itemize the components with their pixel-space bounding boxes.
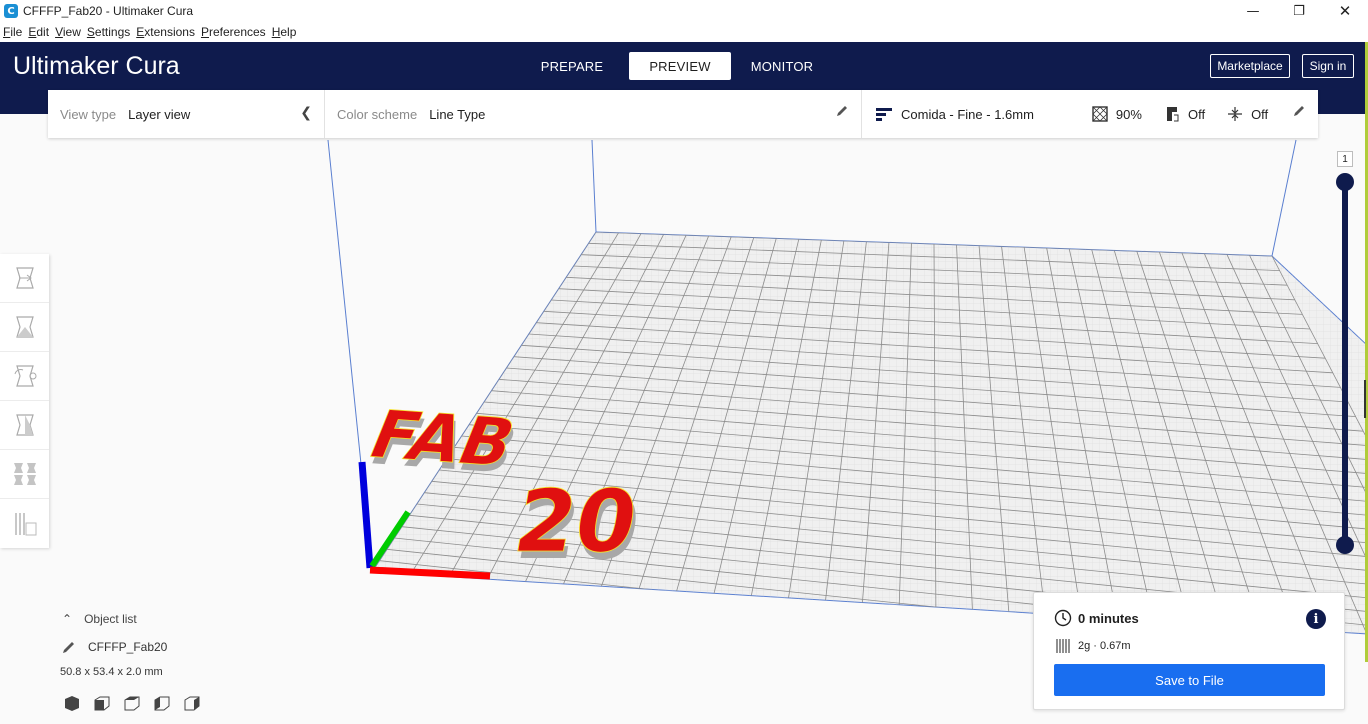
material-usage-row: 2g · 0.67m [1056,638,1131,654]
chevron-left-icon[interactable]: ❮ [300,105,312,121]
close-button[interactable]: ✕ [1322,0,1368,22]
support-setting: Off [1164,106,1205,122]
maximize-button[interactable]: ❐ [1276,0,1322,22]
view-type-label: View type [60,106,117,122]
top-view-icon[interactable] [122,695,152,713]
clock-icon [1054,609,1072,627]
logo-product: Cura [118,52,180,80]
stage-tabs: PREPARE PREVIEW MONITOR [533,52,815,80]
scale-tool-icon [15,316,34,338]
layer-slider-top-handle[interactable] [1336,173,1354,191]
pencil-icon[interactable] [835,104,849,118]
print-settings-summary[interactable]: Comida - Fine - 1.6mm 90% Off Off [862,90,1318,138]
profile-name: Comida - Fine - 1.6mm [901,106,1034,122]
menu-help[interactable]: Help [272,25,297,39]
edit-settings-pencil-icon[interactable] [1292,104,1306,118]
move-tool-icon [15,267,34,289]
marketplace-button[interactable]: Marketplace [1210,54,1290,78]
tab-prepare[interactable]: PREPARE [533,52,611,80]
rotate-tool-icon [14,365,36,387]
adhesion-value: Off [1251,106,1269,122]
infill-setting: 90% [1092,106,1142,122]
material-usage: 2g · 0.67m [1078,640,1131,652]
per-model-settings-button[interactable] [0,450,49,499]
sign-in-button[interactable]: Sign in [1302,54,1354,78]
object-name: CFFFP_Fab20 [88,640,168,654]
ultimaker-cura-logo: Ultimaker Cura [13,52,180,81]
tab-preview[interactable]: PREVIEW [629,52,731,80]
object-dimensions: 50.8 x 53.4 x 2.0 mm [60,666,163,678]
menu-settings[interactable]: Settings [87,25,130,39]
chevron-up-icon: ⌃ [62,612,73,626]
right-view-icon[interactable] [182,695,212,713]
window-titlebar: C CFFFP_Fab20 - Ultimaker Cura — ❐ ✕ [0,0,1368,22]
print-time-row: 0 minutes [1054,609,1139,627]
support-icon [1166,107,1179,122]
infill-icon [1092,106,1108,122]
camera-view-buttons [62,695,212,713]
3d-view-icon[interactable] [62,695,92,713]
move-tool-button[interactable] [0,254,49,303]
menu-preferences[interactable]: Preferences [201,25,266,39]
rotate-tool-button[interactable] [0,352,49,401]
layer-slider-bottom-handle[interactable] [1336,536,1354,554]
layer-number-badge[interactable]: 1 [1337,151,1353,167]
menu-bar: File Edit View Settings Extensions Prefe… [0,22,1368,42]
view-type-value: Layer view [128,106,191,122]
scale-tool-button[interactable] [0,303,49,352]
cura-window: C CFFFP_Fab20 - Ultimaker Cura — ❐ ✕ Fil… [0,0,1368,724]
adhesion-setting: Off [1227,106,1268,122]
support-blocker-button[interactable] [0,499,49,548]
window-edge-handle [1364,380,1366,418]
build-volume-edge [1271,139,1297,257]
color-scheme-selector[interactable]: Color scheme Line Type [325,90,862,138]
infill-value: 90% [1115,106,1142,122]
object-name-row[interactable]: CFFFP_Fab20 [62,640,167,654]
build-volume-edge [591,139,597,233]
menu-edit[interactable]: Edit [28,25,49,39]
window-title: CFFFP_Fab20 - Ultimaker Cura [23,4,194,18]
pencil-icon [63,642,74,653]
menu-file[interactable]: File [3,25,22,39]
model-text-line2: 20 [507,473,644,572]
tab-monitor[interactable]: MONITOR [749,52,815,80]
mirror-tool-icon [15,414,34,436]
print-summary-card: 0 minutes i 2g · 0.67m Save to File [1033,592,1345,710]
view-type-selector[interactable]: View type Layer view ❮ [48,90,325,138]
profile-icon [876,108,892,121]
left-view-icon[interactable] [152,695,182,713]
save-to-file-button[interactable]: Save to File [1054,664,1325,696]
per-model-settings-icon [13,463,36,485]
front-view-icon[interactable] [92,695,122,713]
color-scheme-label: Color scheme [337,106,418,122]
object-list-toggle[interactable]: ⌃ Object list [62,612,137,626]
color-scheme-value: Line Type [429,106,486,122]
layer-slider-track[interactable] [1342,182,1348,545]
support-blocker-icon [14,512,36,535]
support-value: Off [1187,106,1206,122]
minimize-button[interactable]: — [1230,0,1276,22]
object-list-label: Object list [84,612,137,626]
model-text-line1: FAB [358,396,527,481]
view-options-panel: View type Layer view ❮ Color scheme Line… [48,90,1318,138]
menu-extensions[interactable]: Extensions [136,25,195,39]
mirror-tool-button[interactable] [0,401,49,450]
menu-view[interactable]: View [55,25,81,39]
filament-spool-icon [1056,639,1070,653]
info-icon[interactable]: i [1306,609,1326,629]
logo-brand: Ultimaker [13,52,119,80]
print-time: 0 minutes [1078,610,1139,626]
cura-app-icon: C [4,4,18,18]
adhesion-icon [1228,107,1243,121]
tool-column [0,254,49,548]
